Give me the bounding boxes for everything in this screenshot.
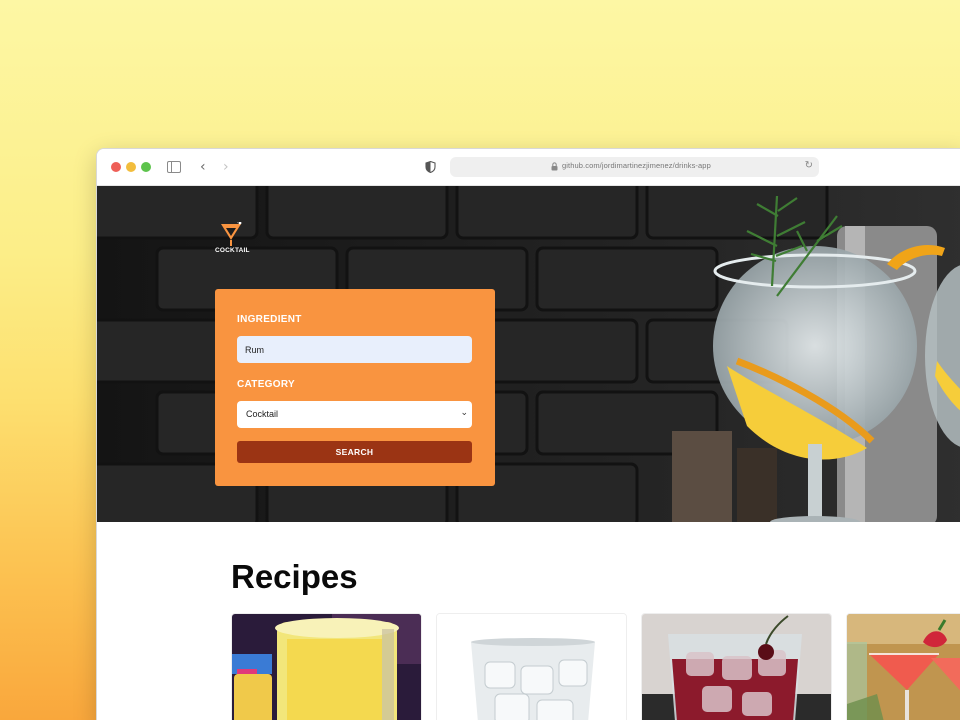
browser-toolbar: ‹ › github.com/jordimartinezjimenez/drin… <box>97 149 960 186</box>
recipe-card[interactable] <box>846 613 960 720</box>
close-window-button[interactable] <box>111 162 121 172</box>
lock-icon <box>551 162 558 171</box>
back-arrow-icon[interactable]: ‹ <box>200 159 206 175</box>
category-label: CATEGORY <box>237 379 295 390</box>
recipe-image-yellow-cocktail <box>232 614 421 720</box>
recipe-image-clear-glass <box>437 614 626 720</box>
hero-banner: COCKTAIL INGREDIENT CATEGORY Cocktail ⌄ … <box>97 186 960 522</box>
ingredient-label: INGREDIENT <box>237 314 302 325</box>
cocktail-logo-icon[interactable] <box>215 222 255 246</box>
minimize-window-button[interactable] <box>126 162 136 172</box>
recipe-card[interactable] <box>436 613 627 720</box>
forward-arrow-icon[interactable]: › <box>223 159 229 175</box>
recipe-card[interactable] <box>641 613 832 720</box>
search-button[interactable]: SEARCH <box>237 441 472 463</box>
recipe-image-pink-martini <box>847 614 960 720</box>
recipe-card[interactable] <box>231 613 422 720</box>
recipes-heading: Recipes <box>231 558 358 595</box>
recipe-image-red-drink <box>642 614 831 720</box>
ingredient-input[interactable] <box>237 336 472 363</box>
maximize-window-button[interactable] <box>141 162 151 172</box>
address-bar[interactable]: github.com/jordimartinezjimenez/drinks-a… <box>450 157 819 177</box>
category-select[interactable]: Cocktail ⌄ <box>237 401 472 428</box>
browser-window: ‹ › github.com/jordimartinezjimenez/drin… <box>96 148 960 720</box>
search-form: INGREDIENT CATEGORY Cocktail ⌄ SEARCH <box>215 289 495 486</box>
category-selected-value: Cocktail <box>246 409 279 419</box>
privacy-shield-icon[interactable] <box>425 161 436 173</box>
sidebar-toggle-icon[interactable] <box>167 161 181 173</box>
logo-text[interactable]: COCKTAIL <box>215 247 250 254</box>
chevron-down-icon: ⌄ <box>460 408 468 418</box>
reload-icon[interactable]: ↻ <box>805 160 813 171</box>
url-text: github.com/jordimartinezjimenez/drinks-a… <box>562 161 711 170</box>
